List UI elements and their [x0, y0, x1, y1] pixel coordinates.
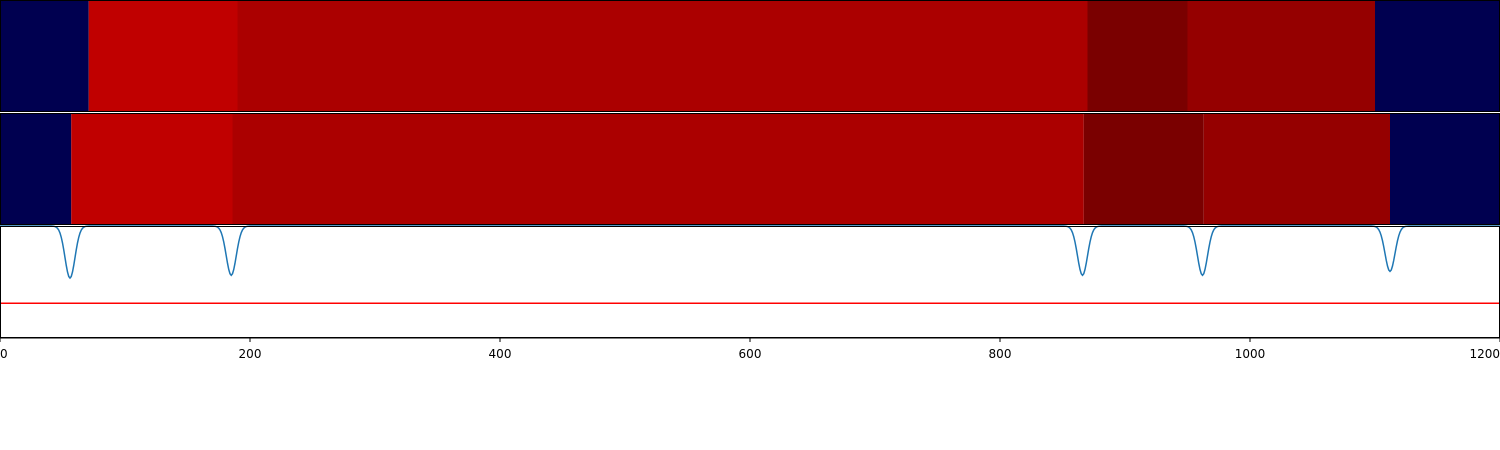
segment-bar — [1375, 0, 1500, 112]
segment-bar — [1390, 113, 1500, 225]
segment-bar — [1083, 113, 1204, 225]
segment-bar — [237, 0, 1088, 112]
segment-bar — [88, 0, 238, 112]
signal-line — [0, 225, 1500, 280]
x-tick-label: 400 — [489, 347, 512, 361]
segment-bar — [1203, 113, 1390, 225]
segment-bar — [1087, 0, 1188, 112]
x-tick-label: 1000 — [1235, 347, 1266, 361]
x-tick-label: 800 — [989, 347, 1012, 361]
segment-bar — [0, 113, 72, 225]
segment-row-2 — [0, 113, 1500, 225]
x-ticks: 0 200 400 600 800 1000 1200 — [0, 338, 1500, 361]
signal-panel — [0, 225, 1500, 305]
x-tick-label: 200 — [239, 347, 262, 361]
segment-bar — [1187, 0, 1375, 112]
x-tick-label: 600 — [739, 347, 762, 361]
segment-rows — [0, 0, 1500, 225]
segment-bar — [232, 113, 1084, 225]
x-tick-label: 1200 — [1469, 347, 1500, 361]
segment-bar — [0, 0, 89, 112]
figure: 0 200 400 600 800 1000 1200 — [0, 0, 1500, 361]
x-tick-label: 0 — [0, 347, 8, 361]
segment-row-1 — [0, 0, 1500, 112]
panel-frame-3 — [0, 226, 1500, 338]
segment-bar — [71, 113, 233, 225]
x-axis: 0 200 400 600 800 1000 1200 — [0, 337, 1500, 361]
